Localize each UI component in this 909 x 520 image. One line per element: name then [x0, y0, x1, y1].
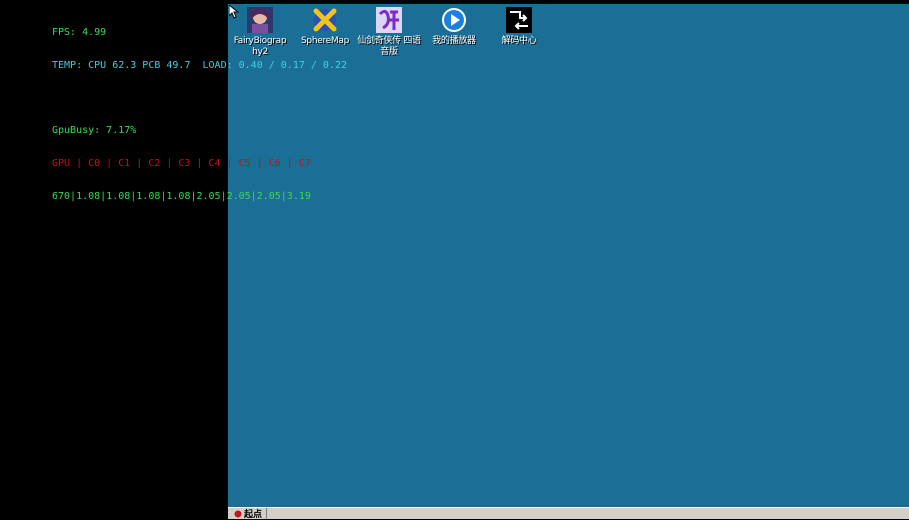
desktop-icon-decoder-center[interactable]: 解码中心 [484, 6, 554, 47]
start-icon [234, 510, 242, 517]
icon-label: 解码中心 [501, 36, 537, 46]
freq-header: GPU | C0 | C1 | C2 | C3 | C4 | C5 | C6 |… [52, 158, 311, 169]
media-player-icon [439, 6, 469, 34]
performance-overlay: FPS: 4.99 TEMP: CPU 62.3 PCB 49.7 LOAD: … [52, 5, 347, 213]
start-label: 起点 [244, 510, 263, 520]
fps-readout: FPS: 4.99 [52, 27, 107, 38]
start-button[interactable]: 起点 [230, 508, 268, 520]
decoder-center-icon [504, 6, 534, 34]
gpubusy-readout: GpuBusy: 7.17% [52, 125, 137, 136]
desktop-icon-media-player[interactable]: 我的播放器 [419, 6, 489, 47]
icon-label: 仙剑奇侠传 四语音版 [357, 36, 421, 57]
freq-values: 670|1.08|1.08|1.08|1.08|2.05|2.05|2.05|3… [52, 191, 311, 202]
temp-load-readout: TEMP: CPU 62.3 PCB 49.7 LOAD: 0.40 / 0.1… [52, 60, 348, 71]
taskbar: 起点 [228, 507, 909, 520]
mouse-cursor-icon [229, 5, 239, 19]
icon-label: 我的播放器 [432, 36, 476, 46]
xianjian-icon [374, 6, 404, 34]
desktop-icon-xianjian[interactable]: 仙剑奇侠传 四语音版 [354, 6, 424, 58]
